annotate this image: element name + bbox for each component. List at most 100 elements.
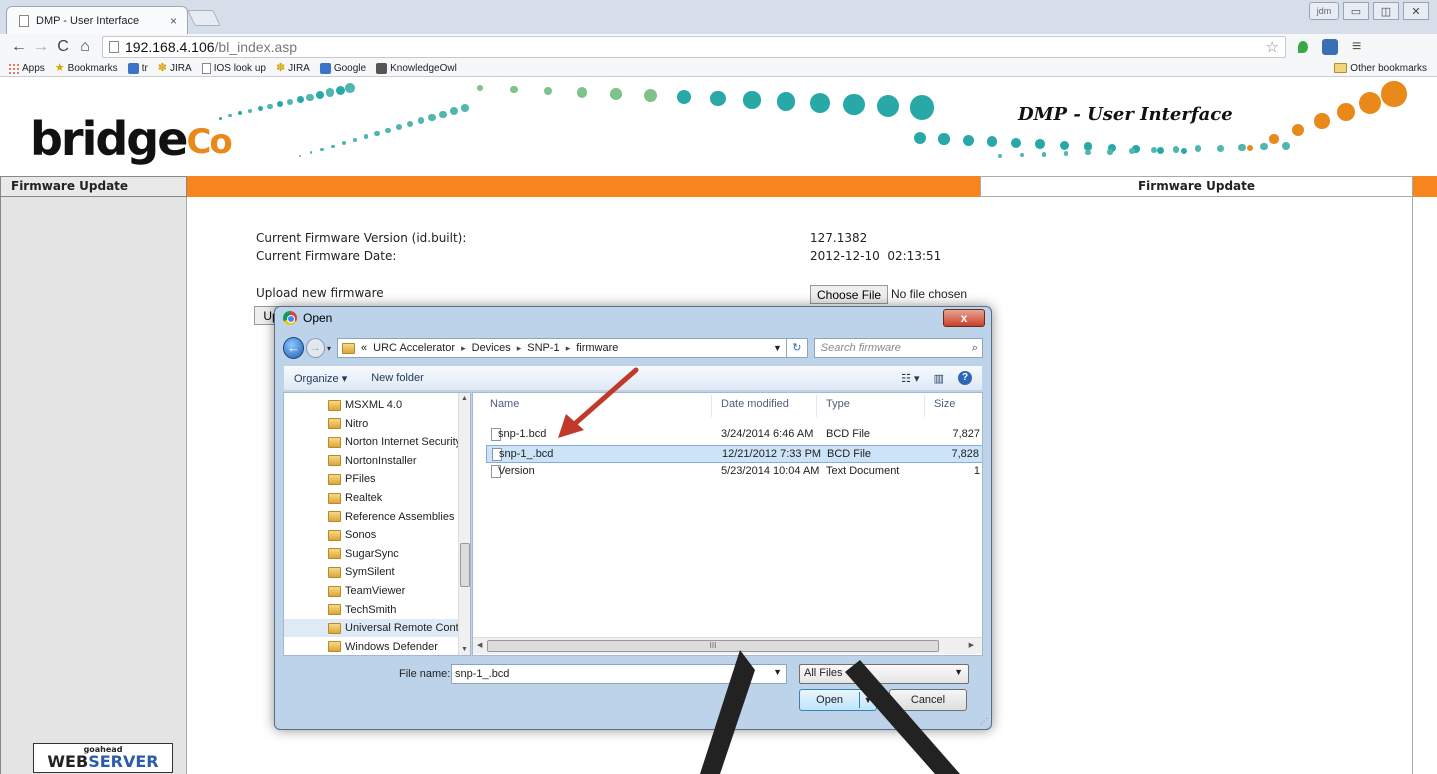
tree-folder-item[interactable]: Universal Remote Contr bbox=[284, 619, 463, 638]
decorative-dot bbox=[938, 133, 950, 145]
scroll-right-icon[interactable]: ▶ bbox=[969, 641, 974, 649]
tree-folder-item[interactable]: MSXML 4.0 bbox=[328, 396, 470, 414]
tree-folder-item[interactable]: NortonInstaller bbox=[328, 452, 470, 470]
breadcrumb-item[interactable]: SNP-1 bbox=[527, 342, 559, 354]
folder-icon bbox=[328, 455, 341, 467]
tab-close-icon[interactable]: × bbox=[170, 14, 177, 28]
close-window-button[interactable]: ✕ bbox=[1403, 2, 1429, 20]
other-bookmarks[interactable]: Other bookmarks bbox=[1334, 63, 1427, 74]
tree-folder-item[interactable]: Nitro bbox=[328, 415, 470, 433]
extension-icon[interactable] bbox=[1322, 39, 1338, 55]
tree-folder-item[interactable]: TechSmith bbox=[328, 601, 470, 619]
file-list-scrollbar[interactable]: ◀ III ▶ bbox=[473, 637, 982, 654]
tree-folder-item[interactable]: Norton Internet Security bbox=[328, 433, 470, 451]
tree-folder-item[interactable]: SugarSync bbox=[328, 545, 470, 563]
star-icon[interactable]: ☆ bbox=[1266, 38, 1279, 56]
back-icon[interactable]: ← bbox=[283, 337, 304, 359]
tree-folder-label: SymSilent bbox=[345, 566, 395, 579]
back-icon[interactable]: ← bbox=[8, 38, 30, 56]
browser-tab[interactable]: DMP - User Interface × bbox=[6, 6, 188, 34]
bookmark-knowledgeowl[interactable]: KnowledgeOwl bbox=[376, 62, 457, 74]
scroll-down-icon[interactable]: ▼ bbox=[461, 646, 468, 653]
home-icon[interactable]: ⌂ bbox=[74, 38, 96, 56]
search-input[interactable]: Search firmware ⌕ bbox=[813, 338, 983, 358]
restore-button[interactable]: ◫ bbox=[1373, 2, 1399, 20]
file-name-input[interactable]: snp-1_.bcd ▼ bbox=[451, 664, 787, 684]
tree-folder-item[interactable]: PFiles bbox=[328, 470, 470, 488]
column-header-size[interactable]: Size bbox=[934, 398, 955, 410]
chevron-down-icon[interactable]: ▼ bbox=[954, 667, 963, 677]
bookmark-apps[interactable]: Apps bbox=[8, 62, 45, 74]
chevron-down-icon[interactable]: ▼ bbox=[769, 343, 786, 353]
scrollbar-thumb[interactable]: III bbox=[487, 640, 939, 652]
decorative-dot bbox=[320, 148, 324, 152]
bookmark-label: JIRA bbox=[170, 62, 192, 74]
chevron-down-icon[interactable]: ▼ bbox=[773, 667, 782, 677]
tree-folder-item[interactable]: TeamViewer bbox=[328, 582, 470, 600]
cancel-button[interactable]: Cancel bbox=[889, 689, 967, 711]
open-file-dialog: Open x ← → ▾ « URC Accelerator ▸ Devices ▸… bbox=[274, 306, 992, 730]
bookmark-jira[interactable]: ✽ JIRA bbox=[158, 62, 192, 74]
url-path: /bl_index.asp bbox=[214, 39, 298, 55]
address-bar[interactable]: 192.168.4.106/bl_index.asp ☆ bbox=[102, 36, 1286, 58]
file-row[interactable]: snp-1_.bcd 12/21/2012 7:33 PM BCD File 7,82… bbox=[486, 444, 982, 463]
column-header-name[interactable]: Name bbox=[490, 398, 519, 410]
bookmark-ios-look-up[interactable]: IOS look up bbox=[201, 62, 266, 74]
new-tab-button[interactable] bbox=[187, 10, 221, 26]
tree-folder-label: Universal Remote Contr bbox=[345, 622, 463, 635]
reload-icon[interactable]: C bbox=[52, 38, 74, 56]
tree-folder-item[interactable]: Reference Assemblies bbox=[328, 508, 470, 526]
organize-button[interactable]: Organize ▾ bbox=[294, 372, 347, 385]
evernote-extension-icon[interactable] bbox=[1298, 41, 1308, 53]
menu-icon[interactable]: ≡ bbox=[1352, 38, 1361, 56]
scroll-up-icon[interactable]: ▲ bbox=[461, 395, 468, 402]
new-folder-button[interactable]: New folder bbox=[371, 372, 424, 384]
decorative-dot bbox=[710, 90, 726, 107]
preview-pane-icon[interactable]: ▥ bbox=[934, 372, 944, 385]
decorative-dot bbox=[1172, 146, 1180, 153]
resize-grip-icon[interactable]: ⋰ bbox=[980, 717, 988, 726]
tree-scrollbar[interactable]: ▲ ▼ bbox=[458, 393, 470, 655]
breadcrumb-item[interactable]: URC Accelerator bbox=[373, 342, 455, 354]
column-header-date[interactable]: Date modified bbox=[721, 398, 789, 410]
file-row[interactable]: snp-1.bcd 3/24/2014 6:46 AM BCD File 7,827 bbox=[486, 426, 982, 444]
forward-icon[interactable]: → bbox=[305, 338, 326, 358]
chevron-down-icon[interactable]: ▼ bbox=[860, 695, 876, 705]
search-icon: ⌕ bbox=[971, 341, 978, 354]
scrollbar-thumb[interactable] bbox=[460, 543, 470, 587]
folder-icon bbox=[328, 511, 341, 523]
view-options-icon[interactable]: ☷ ▾ bbox=[901, 372, 919, 385]
breadcrumb[interactable]: « URC Accelerator ▸ Devices ▸ SNP-1 ▸ firmw… bbox=[337, 338, 787, 358]
breadcrumb-item[interactable]: Devices bbox=[472, 342, 511, 354]
folder-icon bbox=[328, 641, 341, 653]
file-type-select[interactable]: All Files ▼ bbox=[799, 664, 969, 684]
history-dropdown-icon[interactable]: ▾ bbox=[327, 344, 331, 353]
bookmark-google[interactable]: Google bbox=[319, 62, 366, 74]
bookmark-jira-2[interactable]: ✽ JIRA bbox=[276, 62, 310, 74]
decorative-dot bbox=[1216, 144, 1224, 152]
column-header-type[interactable]: Type bbox=[826, 398, 850, 410]
open-button[interactable]: Open ▼ bbox=[799, 689, 877, 711]
tree-folder-item[interactable]: Windows Defender bbox=[328, 638, 470, 655]
profile-button[interactable]: jdm bbox=[1309, 2, 1339, 20]
forward-icon[interactable]: → bbox=[30, 38, 52, 56]
breadcrumb-overflow[interactable]: « bbox=[361, 342, 367, 354]
tree-folder-item[interactable]: Sonos bbox=[328, 526, 470, 544]
bookmark-tr[interactable]: tr bbox=[127, 62, 148, 74]
upload-label: Upload new firmware bbox=[256, 286, 384, 300]
bookmark-bookmarks[interactable]: ★ Bookmarks bbox=[55, 62, 118, 74]
decorative-dot bbox=[1019, 153, 1025, 158]
help-icon[interactable]: ? bbox=[958, 371, 972, 385]
file-row[interactable]: Version 5/23/2014 10:04 AM Text Document 1 bbox=[486, 463, 982, 481]
choose-file-button[interactable]: Choose File bbox=[810, 285, 889, 304]
folder-icon bbox=[328, 529, 341, 541]
scroll-left-icon[interactable]: ◀ bbox=[477, 641, 482, 649]
breadcrumb-item[interactable]: firmware bbox=[576, 342, 618, 354]
decorative-dot bbox=[510, 85, 518, 94]
bookmark-label: JIRA bbox=[288, 62, 310, 74]
dialog-close-button[interactable]: x bbox=[943, 309, 985, 327]
tree-folder-item[interactable]: SymSilent bbox=[328, 563, 470, 581]
minimize-button[interactable]: ▭ bbox=[1343, 2, 1369, 20]
tree-folder-item[interactable]: Realtek bbox=[328, 489, 470, 507]
refresh-icon[interactable]: ↻ bbox=[786, 338, 808, 358]
